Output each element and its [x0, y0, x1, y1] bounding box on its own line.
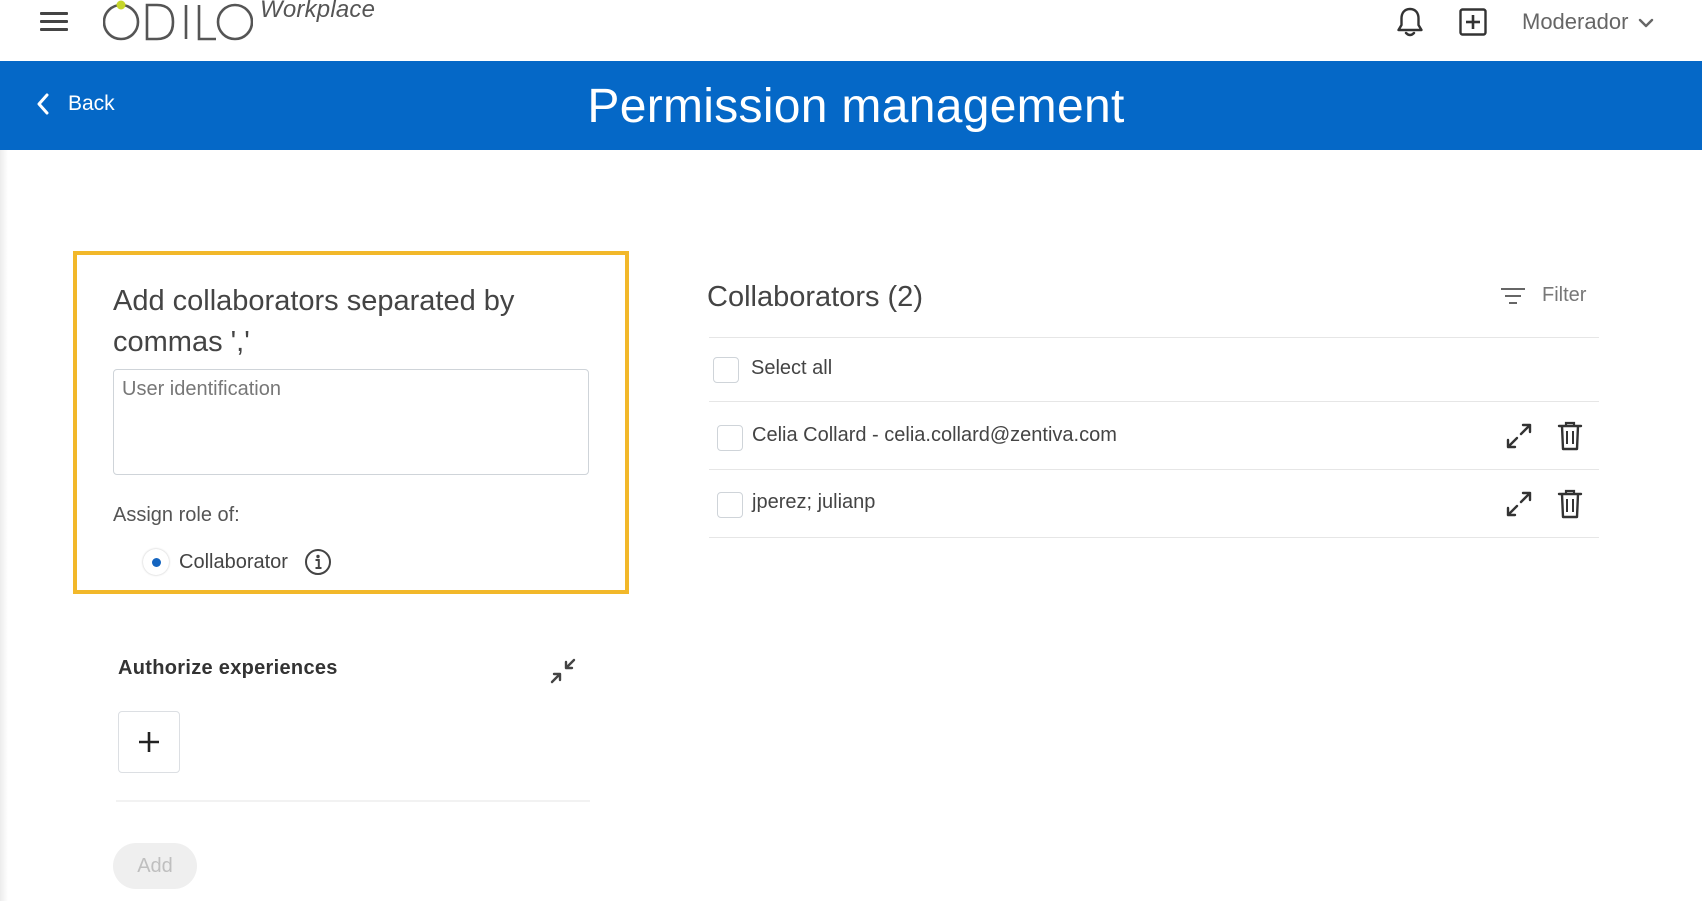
select-all-checkbox[interactable]: [713, 357, 739, 383]
collaborator-row: jperez; julianp: [709, 472, 1599, 538]
filter-button[interactable]: Filter: [1500, 284, 1586, 307]
logo: Workplace: [103, 0, 375, 48]
list-divider: [709, 537, 1599, 538]
expand-icon[interactable]: [1503, 420, 1535, 452]
page-header: Back Permission management: [0, 61, 1702, 150]
page-title: Permission management: [587, 80, 1125, 133]
collapse-icon[interactable]: [547, 655, 579, 687]
collaborator-name: jperez; julianp: [752, 491, 876, 513]
select-all-row: Select all: [709, 337, 1599, 403]
collaborator-radio-label: Collaborator: [179, 550, 288, 573]
add-collaborators-panel: Add collaborators separated by commas ',…: [73, 251, 629, 594]
add-collaborators-heading: Add collaborators separated by commas ',…: [113, 285, 515, 358]
collaborator-row: Celia Collard - celia.collard@zentiva.co…: [709, 404, 1599, 470]
collaborator-checkbox[interactable]: [717, 492, 743, 518]
left-edge-shadow: [0, 150, 8, 901]
chevron-down-icon: [1639, 18, 1654, 28]
list-divider: [709, 469, 1599, 470]
collaborator-radio[interactable]: [143, 549, 169, 575]
authorize-experiences-title: Authorize experiences: [118, 657, 338, 679]
assign-role-label: Assign role of:: [113, 504, 240, 526]
collaborators-title: Collaborators (2): [707, 281, 923, 313]
hamburger-icon[interactable]: [40, 9, 68, 33]
trash-icon[interactable]: [1557, 420, 1583, 452]
logo-subtitle: Workplace: [260, 0, 376, 23]
add-experience-button[interactable]: [118, 711, 180, 773]
add-square-icon[interactable]: [1458, 7, 1488, 37]
list-divider: [709, 401, 1599, 402]
trash-icon[interactable]: [1557, 488, 1583, 520]
info-circle-icon[interactable]: [304, 548, 332, 576]
user-role-label: Moderador: [1522, 9, 1629, 34]
filter-label: Filter: [1542, 284, 1587, 306]
add-button[interactable]: Add: [113, 843, 197, 889]
select-all-label: Select all: [751, 357, 833, 379]
collaborator-checkbox[interactable]: [717, 425, 743, 451]
authorize-divider: [116, 800, 590, 802]
odilo-logo-icon: [103, 0, 253, 41]
role-option-collaborator: Collaborator: [143, 545, 332, 579]
user-role-dropdown[interactable]: Moderador: [1522, 8, 1654, 36]
expand-icon[interactable]: [1503, 488, 1535, 520]
top-bar: Workplace Moderador: [0, 0, 1702, 61]
filter-icon: [1501, 287, 1525, 304]
user-identification-input[interactable]: [113, 369, 589, 475]
plus-icon: [139, 732, 159, 752]
collaborator-name: Celia Collard - celia.collard@zentiva.co…: [752, 424, 1117, 446]
bell-icon[interactable]: [1395, 6, 1425, 38]
